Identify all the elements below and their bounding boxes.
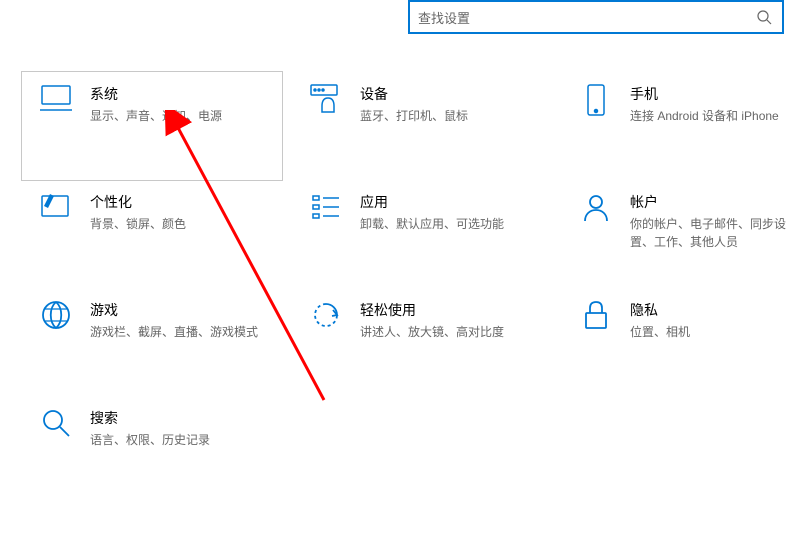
devices-icon — [306, 84, 346, 124]
category-title: 隐私 — [630, 300, 690, 321]
category-system[interactable]: 系统 显示、声音、通知、电源 — [22, 72, 282, 180]
category-desc: 蓝牙、打印机、鼠标 — [360, 107, 468, 125]
category-search[interactable]: 搜索 语言、权限、历史记录 — [22, 396, 282, 504]
easeofaccess-icon — [306, 300, 346, 340]
category-desc: 你的帐户、电子邮件、同步设置、工作、其他人员 — [630, 215, 802, 251]
category-title: 应用 — [360, 192, 504, 213]
personalization-icon — [36, 192, 76, 232]
category-title: 游戏 — [90, 300, 258, 321]
category-title: 手机 — [630, 84, 779, 105]
category-title: 轻松使用 — [360, 300, 504, 321]
accounts-icon — [576, 192, 616, 232]
gaming-icon — [36, 300, 76, 340]
phone-icon — [576, 84, 616, 124]
category-title: 帐户 — [630, 192, 802, 213]
category-title: 设备 — [360, 84, 468, 105]
category-desc: 讲述人、放大镜、高对比度 — [360, 323, 504, 341]
search-box[interactable]: 查找设置 — [408, 0, 784, 34]
category-desc: 语言、权限、历史记录 — [90, 431, 210, 449]
category-desc: 位置、相机 — [630, 323, 690, 341]
category-apps[interactable]: 应用 卸载、默认应用、可选功能 — [292, 180, 552, 288]
apps-icon — [306, 192, 346, 232]
category-gaming[interactable]: 游戏 游戏栏、截屏、直播、游戏模式 — [22, 288, 282, 396]
search-placeholder: 查找设置 — [418, 8, 754, 27]
category-desc: 显示、声音、通知、电源 — [90, 107, 222, 125]
category-desc: 游戏栏、截屏、直播、游戏模式 — [90, 323, 258, 341]
category-privacy[interactable]: 隐私 位置、相机 — [562, 288, 802, 396]
category-title: 搜索 — [90, 408, 210, 429]
category-desc: 背景、锁屏、颜色 — [90, 215, 186, 233]
category-title: 系统 — [90, 84, 222, 105]
settings-category-grid: 系统 显示、声音、通知、电源 设备 蓝牙、打印机、鼠标 手机 — [22, 72, 802, 504]
category-devices[interactable]: 设备 蓝牙、打印机、鼠标 — [292, 72, 552, 180]
category-desc: 连接 Android 设备和 iPhone — [630, 107, 779, 125]
category-personalization[interactable]: 个性化 背景、锁屏、颜色 — [22, 180, 282, 288]
search-category-icon — [36, 408, 76, 448]
system-icon — [36, 84, 76, 124]
category-title: 个性化 — [90, 192, 186, 213]
privacy-icon — [576, 300, 616, 340]
category-desc: 卸载、默认应用、可选功能 — [360, 215, 504, 233]
category-accounts[interactable]: 帐户 你的帐户、电子邮件、同步设置、工作、其他人员 — [562, 180, 802, 288]
category-phone[interactable]: 手机 连接 Android 设备和 iPhone — [562, 72, 802, 180]
search-icon — [754, 7, 774, 27]
category-easeofaccess[interactable]: 轻松使用 讲述人、放大镜、高对比度 — [292, 288, 552, 396]
